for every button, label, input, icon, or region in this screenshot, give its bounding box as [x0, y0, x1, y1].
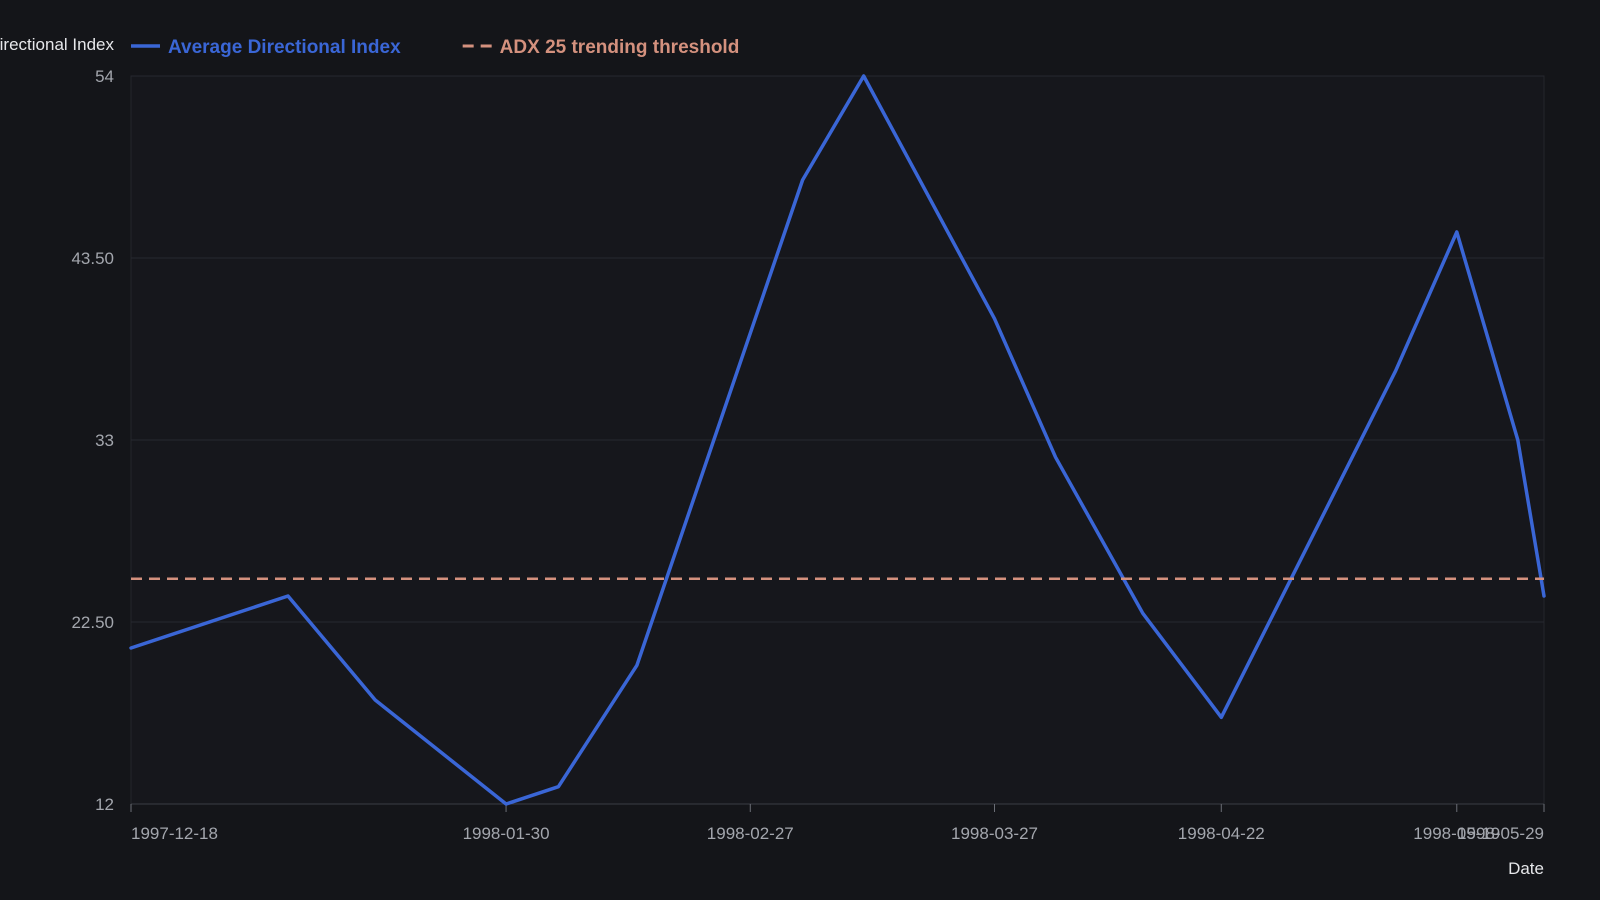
x-axis-title: Date [1508, 859, 1544, 878]
x-tick-label: 1998-01-30 [463, 824, 550, 843]
y-tick-label: 12 [95, 795, 114, 814]
adx-line-chart: 12 22.50 33 43.50 54 1997-12-18 1998-01-30 1998… [0, 35, 1546, 878]
x-tick-label: 1998-02-27 [707, 824, 794, 843]
y-tick-label: 22.50 [71, 613, 114, 632]
y-tick-label: 33 [95, 431, 114, 450]
x-tick-label: 1998-04-22 [1178, 824, 1265, 843]
x-tick-label: 1997-12-18 [131, 824, 218, 843]
chart-container: 12 22.50 33 43.50 54 1997-12-18 1998-01-30 1998… [0, 0, 1600, 900]
y-tick-label: 43.50 [71, 249, 114, 268]
legend-label: Average Directional Index [168, 37, 401, 58]
legend-label: ADX 25 trending threshold [500, 37, 740, 58]
x-tick-label: 1998-05-29 [1457, 824, 1544, 843]
x-tick-label: 1998-03-27 [951, 824, 1038, 843]
y-axis-title: Average Directional Index [0, 35, 114, 54]
legend: Average Directional Index ADX 25 trending… [131, 37, 739, 58]
y-tick-label: 54 [95, 67, 114, 86]
